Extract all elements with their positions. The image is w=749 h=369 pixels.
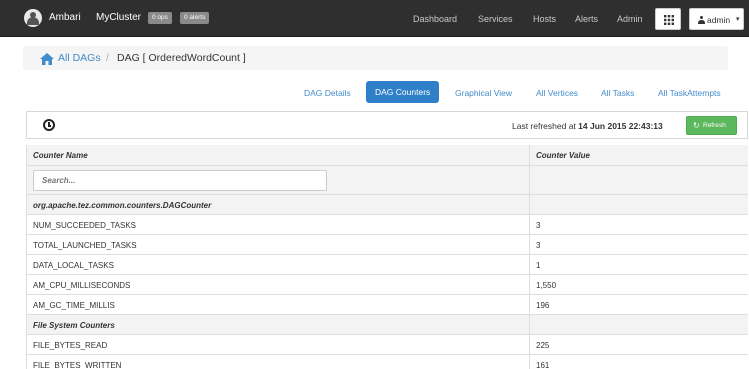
counter-value: 1 (536, 261, 541, 270)
counter-value: 3 (536, 221, 541, 230)
breadcrumb-all-dags[interactable]: All DAGs (58, 52, 101, 64)
tab-all-taskattempts[interactable]: All TaskAttempts (658, 88, 721, 98)
table-group-row: File System Counters (27, 315, 748, 335)
tab-graphical-view[interactable]: Graphical View (455, 88, 512, 98)
clock-icon (43, 119, 55, 131)
caret-down-icon: ▾ (736, 16, 740, 23)
refresh-button-label: Refresh (703, 122, 726, 129)
table-row: DATA_LOCAL_TASKS 1 (27, 255, 748, 275)
counter-name: TOTAL_LAUNCHED_TASKS (33, 241, 137, 250)
table-row: FILE_BYTES_WRITTEN 161 (27, 355, 748, 369)
apps-menu-button[interactable] (655, 8, 681, 30)
cluster-name[interactable]: MyCluster (96, 12, 141, 23)
home-icon[interactable] (40, 53, 54, 65)
last-refreshed-timestamp: 14 Jun 2015 22:43:13 (578, 121, 663, 131)
top-navbar: Ambari MyCluster 0 ops 0 alerts Dashboar… (0, 0, 749, 37)
table-group-row: org.apache.tez.common.counters.DAGCounte… (27, 195, 748, 215)
nav-hosts[interactable]: Hosts (533, 14, 556, 24)
refresh-button[interactable]: ↻ Refresh (686, 116, 737, 135)
last-refreshed-text: Last refreshed at 14 Jun 2015 22:43:13 (512, 121, 663, 131)
alerts-badge[interactable]: 0 alerts (180, 12, 210, 24)
grid-icon (664, 15, 674, 25)
counter-name: DATA_LOCAL_TASKS (33, 261, 114, 270)
counter-name: FILE_BYTES_WRITTEN (33, 361, 122, 369)
brand-name[interactable]: Ambari (49, 12, 81, 23)
user-icon (698, 16, 705, 24)
tab-dag-details[interactable]: DAG Details (304, 88, 351, 98)
nav-alerts[interactable]: Alerts (575, 14, 598, 24)
refresh-icon: ↻ (693, 121, 700, 130)
ambari-logo-icon[interactable] (24, 9, 42, 27)
table-row: AM_GC_TIME_MILLIS 196 (27, 295, 748, 315)
column-header-counter-value[interactable]: Counter Value (536, 151, 590, 160)
counter-name: NUM_SUCCEEDED_TASKS (33, 221, 136, 230)
counter-name: FILE_BYTES_READ (33, 341, 108, 350)
user-name: admin (707, 15, 731, 25)
search-input[interactable] (33, 170, 327, 191)
nav-dashboard[interactable]: Dashboard (413, 14, 457, 24)
table-row: NUM_SUCCEEDED_TASKS 3 (27, 215, 748, 235)
counter-name: AM_GC_TIME_MILLIS (33, 301, 115, 310)
tab-dag-counters[interactable]: DAG Counters (366, 81, 440, 103)
breadcrumb-current: DAG [ OrderedWordCount ] (117, 52, 246, 64)
tab-all-vertices[interactable]: All Vertices (536, 88, 578, 98)
counters-table: Counter Name Counter Value org.apache.te… (26, 145, 748, 369)
nav-services[interactable]: Services (478, 14, 513, 24)
table-row: FILE_BYTES_READ 225 (27, 335, 748, 355)
breadcrumb: All DAGs / DAG [ OrderedWordCount ] (23, 46, 728, 70)
breadcrumb-separator: / (106, 52, 109, 64)
counter-group-name: org.apache.tez.common.counters.DAGCounte… (33, 201, 212, 210)
refresh-bar: Last refreshed at 14 Jun 2015 22:43:13 ↻… (26, 111, 748, 139)
counter-value: 3 (536, 241, 541, 250)
table-filter-row (27, 166, 748, 195)
counter-value: 196 (536, 301, 550, 310)
user-menu-button[interactable]: admin ▾ (689, 8, 744, 30)
table-row: TOTAL_LAUNCHED_TASKS 3 (27, 235, 748, 255)
table-row: AM_CPU_MILLISECONDS 1,550 (27, 275, 748, 295)
counter-value: 1,550 (536, 281, 557, 290)
nav-admin[interactable]: Admin (617, 14, 643, 24)
table-header: Counter Name Counter Value (27, 145, 748, 166)
last-refreshed-label: Last refreshed at (512, 121, 576, 131)
counter-value: 225 (536, 341, 550, 350)
counter-value: 161 (536, 361, 550, 369)
counter-name: AM_CPU_MILLISECONDS (33, 281, 131, 290)
column-header-counter-name[interactable]: Counter Name (33, 151, 88, 160)
counter-group-name: File System Counters (33, 321, 115, 330)
tab-all-tasks[interactable]: All Tasks (601, 88, 634, 98)
ops-badge[interactable]: 0 ops (148, 12, 172, 24)
